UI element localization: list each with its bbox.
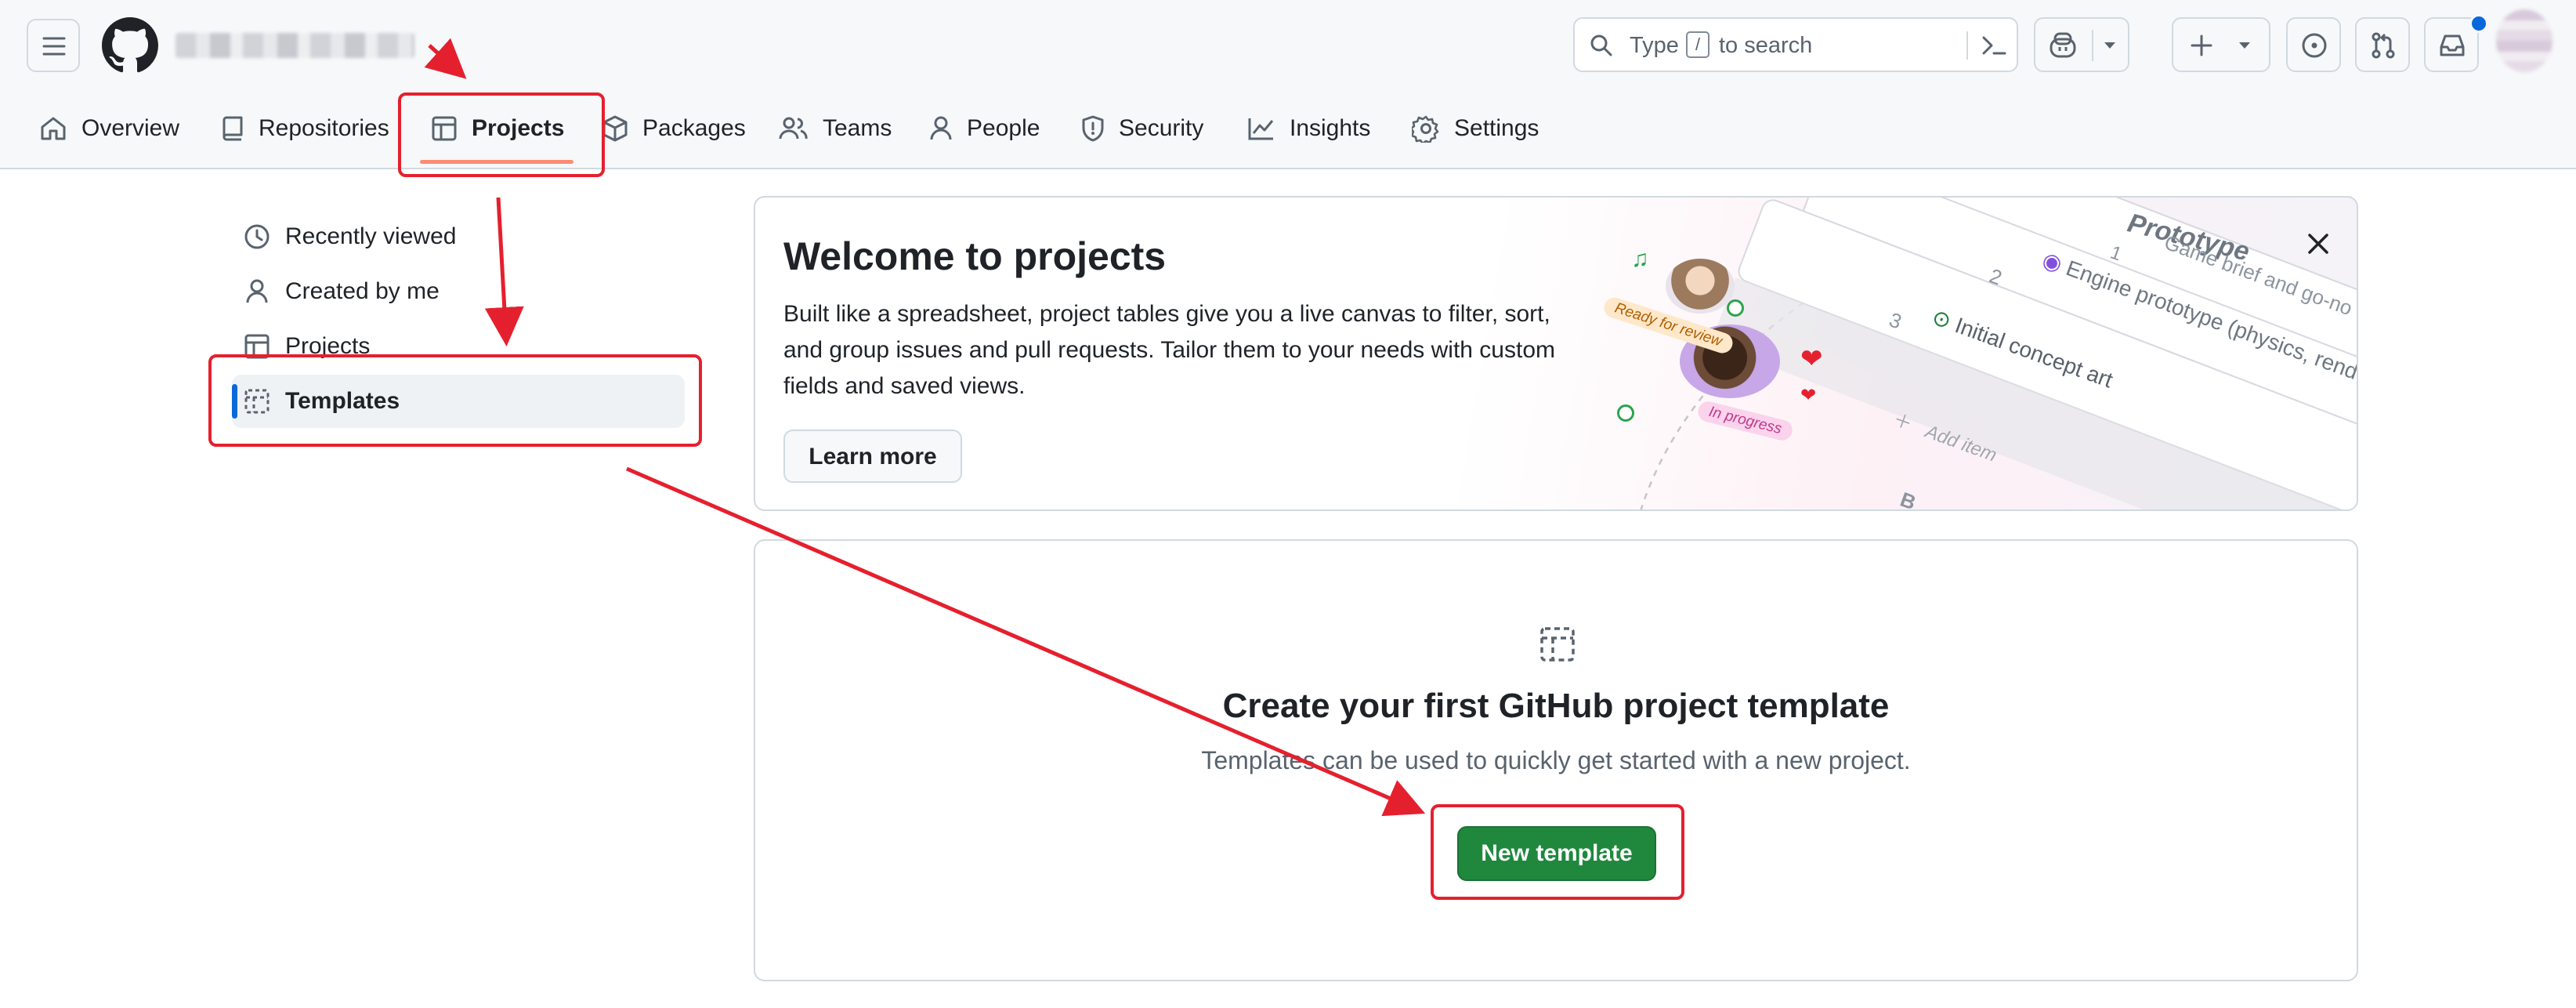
annotation-arrows bbox=[424, 38, 1426, 817]
